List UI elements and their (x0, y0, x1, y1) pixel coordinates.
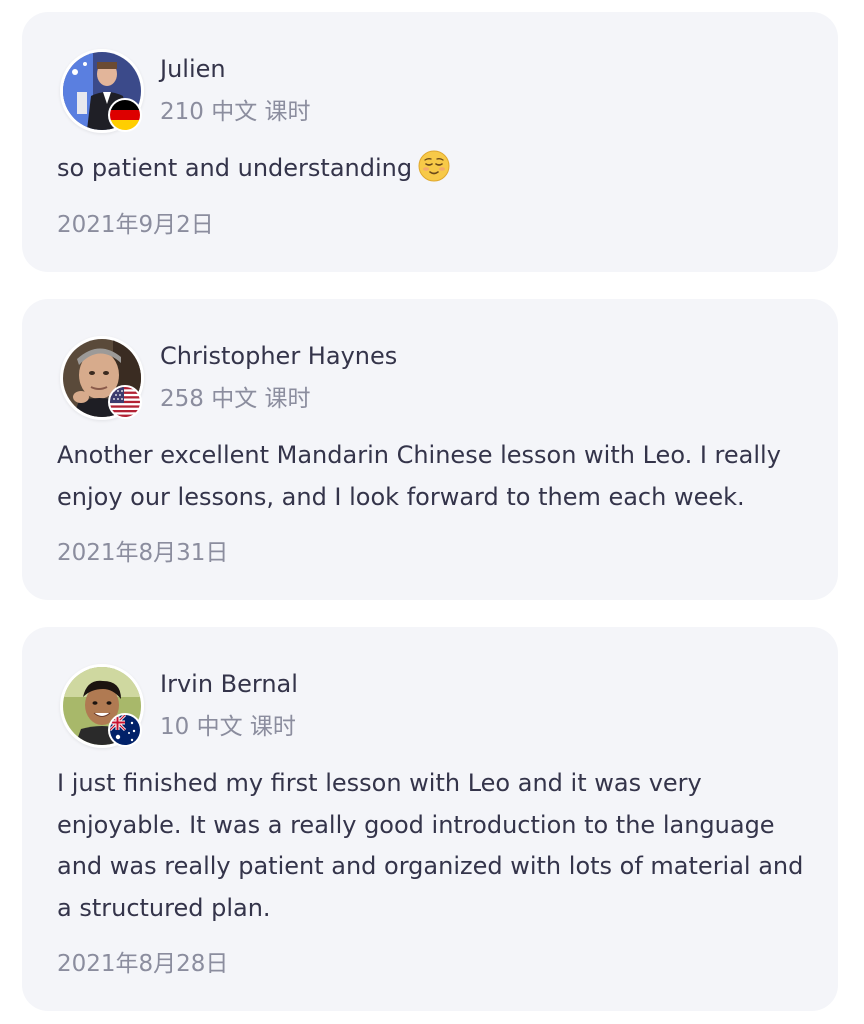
australia-flag-icon (108, 713, 142, 747)
reviewer-name: Irvin Bernal (160, 670, 298, 698)
relieved-face-emoji-icon (418, 150, 450, 182)
review-text: Another excellent Mandarin Chinese lesso… (57, 441, 781, 511)
germany-flag-icon (108, 98, 142, 132)
review-text: so patient and understanding (57, 148, 817, 190)
review-date: 2021年8月28日 (57, 951, 229, 977)
review-text-content: so patient and understanding (57, 154, 413, 182)
usa-flag-icon (108, 385, 142, 419)
reviewer-name: Julien (160, 55, 226, 83)
review-date: 2021年9月2日 (57, 212, 214, 238)
reviewer-name: Christopher Haynes (160, 342, 398, 370)
lesson-count: 258 中文 课时 (160, 386, 311, 412)
lesson-count: 210 中文 课时 (160, 99, 311, 125)
review-text: I just finished my first lesson with Leo… (57, 769, 804, 922)
review-date: 2021年8月31日 (57, 540, 229, 566)
review-card: Julien 210 中文 课时 so patient and understa… (22, 12, 838, 272)
lesson-count: 10 中文 课时 (160, 714, 296, 740)
review-card: Irvin Bernal 10 中文 课时 I just finished my… (22, 627, 838, 1011)
review-card: Christopher Haynes 258 中文 课时 Another exc… (22, 299, 838, 600)
